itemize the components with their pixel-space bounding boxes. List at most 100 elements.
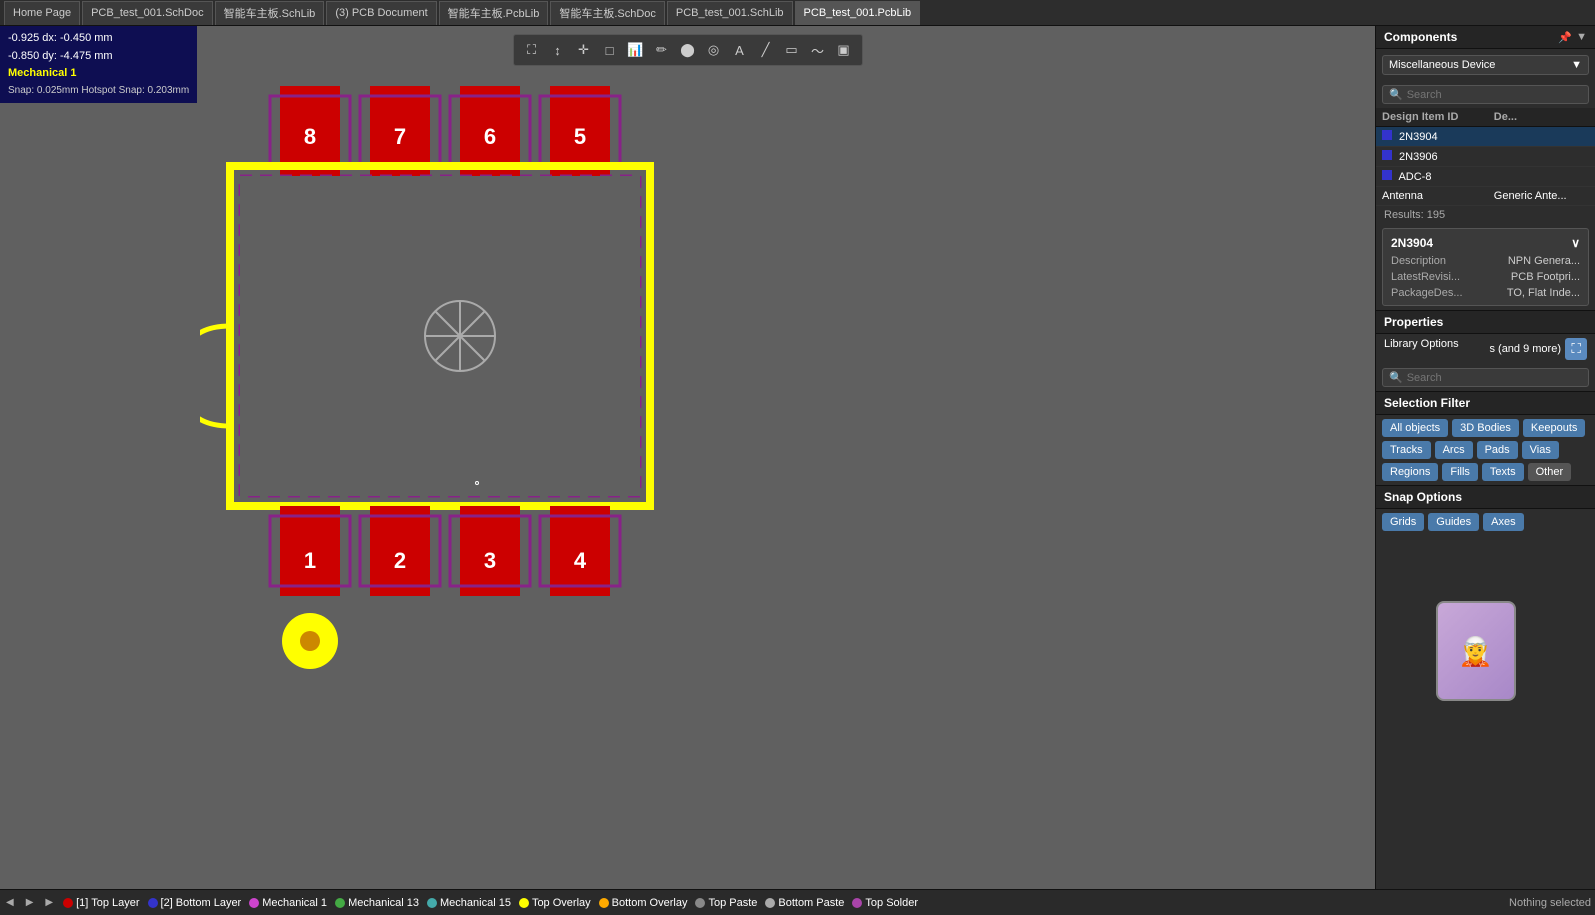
col-description: De... [1488,108,1595,127]
pcb-component-svg: 8 7 6 5 [200,76,700,696]
detail-value-revision: PCB Footpri... [1511,271,1580,283]
layer-top-solder[interactable]: Top Solder [852,897,918,909]
component-row-2n3904[interactable]: 2N3904 [1376,127,1595,147]
detail-row-description: Description NPN Genera... [1387,253,1584,269]
selected-component-name: 2N3904 [1391,236,1433,250]
sel-btn-arcs[interactable]: Arcs [1435,441,1473,459]
coord-y: -0.850 [8,50,39,62]
sel-btn-pads[interactable]: Pads [1477,441,1518,459]
sel-btn-fills[interactable]: Fills [1442,463,1478,481]
layer-next-btn[interactable]: ▶ [43,897,55,908]
layer-dot-bottom-paste [765,898,775,908]
svg-text:4: 4 [574,548,587,573]
sel-btn-tracks[interactable]: Tracks [1382,441,1431,459]
layer-dot-top-solder [852,898,862,908]
component-detail-header: 2N3904 ∨ [1387,233,1584,253]
canvas-area[interactable]: -0.925 dx: -0.450 mm -0.850 dy: -4.475 m… [0,26,1375,889]
layer-bottom[interactable]: [2] Bottom Layer [148,897,242,909]
component-id-antenna: Antenna [1376,187,1488,206]
component-row-antenna[interactable]: Antenna Generic Ante... [1376,187,1595,206]
search-icon-1: 🔍 [1389,88,1403,101]
toolbar-rect-btn[interactable]: ▭ [780,38,804,62]
close-panel-icon[interactable]: ▼ [1576,31,1587,44]
svg-text:6: 6 [484,124,496,149]
component-color-2n3906 [1382,150,1392,160]
status-bar-text: Nothing selected [1509,897,1591,909]
search-icon-2: 🔍 [1389,371,1403,384]
layer-prev-btn[interactable]: ◀ [4,897,16,908]
tab-schlib[interactable]: 智能车主板.SchLib [215,1,325,25]
toolbar-text-btn[interactable]: A [728,38,752,62]
toolbar-fill-btn[interactable]: ▣ [832,38,856,62]
toolbar-target-btn[interactable]: ◎ [702,38,726,62]
library-dropdown-value: Miscellaneous Device [1389,59,1495,71]
properties-section-header: Properties [1376,310,1595,334]
sel-btn-regions[interactable]: Regions [1382,463,1438,481]
panel-header-icons: 📌 ▼ [1558,31,1587,44]
layer-bar: ◀ ▶ ▶ [1] Top Layer [2] Bottom Layer Mec… [0,889,1595,915]
snap-btn-grids[interactable]: Grids [1382,513,1424,531]
toolbar-route-btn[interactable]: ↕ [546,38,570,62]
toolbar-pen-btn[interactable]: ✏ [650,38,674,62]
svg-text:5: 5 [574,124,586,149]
properties-row: Library Options s (and 9 more) ⛶ [1376,334,1595,364]
toolbar-circle-btn[interactable]: ⬤ [676,38,700,62]
sel-btn-other[interactable]: Other [1528,463,1572,481]
tab-pcb-doc[interactable]: (3) PCB Document [326,1,436,25]
search-input-1[interactable] [1407,89,1582,101]
toolbar-box-btn[interactable]: □ [598,38,622,62]
layer-bottom-overlay[interactable]: Bottom Overlay [599,897,688,909]
coord-x: -0.925 [8,32,39,44]
detail-value-description: NPN Genera... [1508,255,1580,267]
tab-pcblib[interactable]: 智能车主板.PcbLib [439,1,549,25]
sel-btn-3d-bodies[interactable]: 3D Bodies [1452,419,1519,437]
toolbar-filter-btn[interactable]: ⛶ [520,38,544,62]
tab-bar: Home Page PCB_test_001.SchDoc 智能车主板.SchL… [0,0,1595,26]
layer-label-bottom-paste: Bottom Paste [778,897,844,909]
coords-overlay: -0.925 dx: -0.450 mm -0.850 dy: -4.475 m… [0,26,197,103]
layer-top[interactable]: [1] Top Layer [63,897,139,909]
toolbar-line-btn[interactable]: ╱ [754,38,778,62]
layer-mech15[interactable]: Mechanical 15 [427,897,511,909]
detail-row-revision: LatestRevisi... PCB Footpri... [1387,269,1584,285]
tab-schdoc[interactable]: PCB_test_001.SchDoc [82,1,213,25]
avatar-emoji: 🧝 [1458,635,1493,668]
library-dropdown[interactable]: Miscellaneous Device ▼ [1382,55,1589,75]
tab-schdoc2[interactable]: 智能车主板.SchDoc [550,1,665,25]
snap-btn-guides[interactable]: Guides [1428,513,1479,531]
pin-icon[interactable]: 📌 [1558,31,1572,44]
search-input-2[interactable] [1407,372,1582,384]
tab-schlib2[interactable]: PCB_test_001.SchLib [667,1,793,25]
sel-btn-keepouts[interactable]: Keepouts [1523,419,1585,437]
tab-home[interactable]: Home Page [4,1,80,25]
layer-dot-bottom-overlay [599,898,609,908]
sel-btn-texts[interactable]: Texts [1482,463,1524,481]
detail-value-package: TO, Flat Inde... [1507,287,1580,299]
layer-top-paste[interactable]: Top Paste [695,897,757,909]
svg-text:3: 3 [484,548,496,573]
toolbar-add-btn[interactable]: ✛ [572,38,596,62]
sel-btn-all-objects[interactable]: All objects [1382,419,1448,437]
right-panel: Components 📌 ▼ Miscellaneous Device ▼ 🔍 … [1375,26,1595,889]
properties-filter-button[interactable]: ⛶ [1565,338,1587,360]
layer-mech1[interactable]: Mechanical 1 [249,897,327,909]
layer-dot-mech1 [249,898,259,908]
layer-label-top-solder: Top Solder [865,897,918,909]
detail-expand-icon[interactable]: ∨ [1571,236,1580,250]
component-row-2n3906[interactable]: 2N3906 [1376,147,1595,167]
toolbar-wave-btn[interactable]: 〜 [806,38,830,62]
tab-pcblib2[interactable]: PCB_test_001.PcbLib [795,1,921,25]
snap-btn-axes[interactable]: Axes [1483,513,1523,531]
layer-top-overlay[interactable]: Top Overlay [519,897,591,909]
layer-label-mech15: Mechanical 15 [440,897,511,909]
layer-bottom-paste[interactable]: Bottom Paste [765,897,844,909]
detail-label-package: PackageDes... [1391,287,1463,299]
layer-label-mech13: Mechanical 13 [348,897,419,909]
svg-text:2: 2 [394,548,406,573]
layer-mech13[interactable]: Mechanical 13 [335,897,419,909]
sel-btn-vias[interactable]: Vias [1522,441,1559,459]
component-row-adc8[interactable]: ADC-8 [1376,167,1595,187]
toolbar-chart-btn[interactable]: 📊 [624,38,648,62]
layer-play-btn[interactable]: ▶ [24,897,36,908]
component-detail: 2N3904 ∨ Description NPN Genera... Lates… [1382,228,1589,306]
